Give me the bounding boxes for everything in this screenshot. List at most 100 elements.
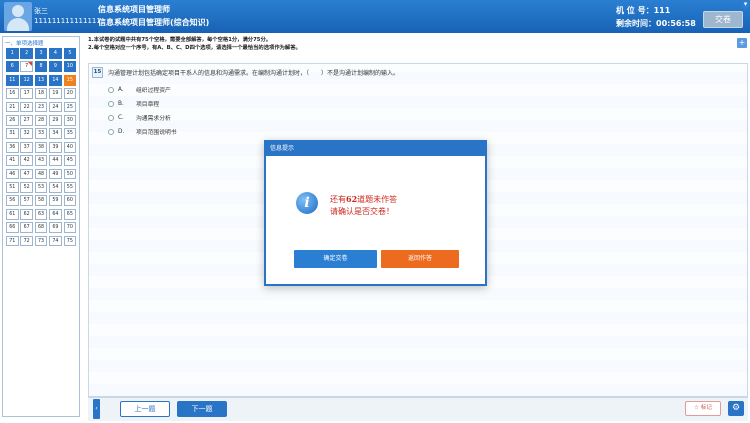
question-cell[interactable]: 20 bbox=[63, 88, 77, 99]
question-cell[interactable]: 13 bbox=[34, 74, 48, 86]
question-cell[interactable]: 33 bbox=[34, 128, 48, 140]
question-cell[interactable]: 73 bbox=[34, 235, 48, 247]
question-cell[interactable]: 62 bbox=[20, 208, 33, 220]
question-cell[interactable]: 8 bbox=[34, 61, 48, 73]
question-cell[interactable]: 41 bbox=[6, 155, 19, 166]
question-cell[interactable]: 9 bbox=[49, 61, 62, 73]
question-cell[interactable]: 24 bbox=[49, 101, 62, 113]
question-cell[interactable]: 65 bbox=[63, 208, 77, 220]
question-cell[interactable]: 26 bbox=[6, 115, 19, 126]
question-cell[interactable]: 75 bbox=[63, 235, 77, 247]
confirm-submit-button[interactable]: 确定交卷 bbox=[294, 250, 377, 268]
radio-b[interactable] bbox=[108, 100, 114, 107]
next-question-button[interactable]: 下一题 bbox=[177, 401, 227, 417]
question-cell[interactable]: 21 bbox=[6, 101, 19, 113]
corner-menu-icon[interactable]: ▾ bbox=[741, 0, 750, 9]
question-cell[interactable]: 44 bbox=[49, 155, 62, 166]
question-cell[interactable]: 68 bbox=[34, 222, 48, 233]
mark-question-button[interactable]: ☆ 标记 bbox=[685, 401, 721, 416]
question-cell[interactable]: 16 bbox=[6, 88, 19, 99]
option-c[interactable]: C. 沟通需求分析 bbox=[108, 113, 171, 122]
question-cell[interactable]: 7 bbox=[20, 61, 33, 73]
question-cell[interactable]: 74 bbox=[49, 235, 62, 247]
option-letter: D. bbox=[118, 128, 125, 135]
settings-gear-icon[interactable]: ⚙ bbox=[728, 401, 744, 416]
question-cell[interactable]: 38 bbox=[34, 141, 48, 153]
question-cell[interactable]: 70 bbox=[63, 222, 77, 233]
question-cell[interactable]: 32 bbox=[20, 128, 33, 140]
question-cell[interactable]: 57 bbox=[20, 195, 33, 207]
radio-d[interactable] bbox=[108, 128, 114, 135]
question-cell[interactable]: 39 bbox=[49, 141, 62, 153]
return-to-answer-button[interactable]: 返回作答 bbox=[381, 250, 459, 268]
dialog-message-line-2: 请确认是否交卷！ bbox=[330, 207, 394, 216]
question-cell[interactable]: 46 bbox=[6, 168, 19, 180]
question-cell[interactable]: 6 bbox=[6, 61, 19, 73]
question-cell[interactable]: 61 bbox=[6, 208, 19, 220]
question-cell[interactable]: 19 bbox=[49, 88, 62, 99]
question-cell[interactable]: 51 bbox=[6, 182, 19, 193]
question-cell[interactable]: 56 bbox=[6, 195, 19, 207]
question-cell[interactable]: 53 bbox=[34, 182, 48, 193]
question-cell[interactable]: 25 bbox=[63, 101, 77, 113]
question-cell[interactable]: 59 bbox=[49, 195, 62, 207]
question-cell[interactable]: 34 bbox=[49, 128, 62, 140]
question-cell[interactable]: 3 bbox=[34, 48, 48, 59]
seat-number: 机 位 号：111 bbox=[616, 6, 671, 15]
question-cell[interactable]: 64 bbox=[49, 208, 62, 220]
question-cell[interactable]: 15 bbox=[63, 74, 77, 86]
question-cell[interactable]: 23 bbox=[34, 101, 48, 113]
question-cell[interactable]: 14 bbox=[49, 74, 62, 86]
question-cell[interactable]: 1 bbox=[6, 48, 19, 59]
exam-subtitle: 信息系统项目管理师(综合知识) bbox=[98, 18, 210, 27]
question-cell[interactable]: 66 bbox=[6, 222, 19, 233]
question-cell[interactable]: 54 bbox=[49, 182, 62, 193]
question-cell[interactable]: 35 bbox=[63, 128, 77, 140]
question-cell[interactable]: 18 bbox=[34, 88, 48, 99]
question-cell[interactable]: 4 bbox=[49, 48, 62, 59]
option-b[interactable]: B. 项目章程 bbox=[108, 99, 159, 108]
expand-plus-icon[interactable]: + bbox=[737, 38, 747, 48]
collapse-panel-tab[interactable]: ‹ bbox=[93, 399, 100, 419]
question-cell[interactable]: 72 bbox=[20, 235, 33, 247]
question-cell[interactable]: 36 bbox=[6, 141, 19, 153]
radio-c[interactable] bbox=[108, 114, 114, 121]
msg-suffix: 道题未作答 bbox=[357, 195, 398, 204]
question-cell[interactable]: 71 bbox=[6, 235, 19, 247]
option-d[interactable]: D. 项目范围说明书 bbox=[108, 127, 177, 136]
submit-exam-button[interactable]: 交卷 bbox=[703, 11, 743, 28]
question-cell[interactable]: 29 bbox=[49, 115, 62, 126]
question-cell[interactable]: 55 bbox=[63, 182, 77, 193]
question-cell[interactable]: 2 bbox=[20, 48, 33, 59]
question-cell[interactable]: 17 bbox=[20, 88, 33, 99]
question-cell[interactable]: 58 bbox=[34, 195, 48, 207]
question-cell[interactable]: 27 bbox=[20, 115, 33, 126]
question-cell[interactable]: 5 bbox=[63, 48, 77, 59]
question-cell[interactable]: 43 bbox=[34, 155, 48, 166]
question-cell[interactable]: 12 bbox=[20, 74, 33, 86]
question-cell[interactable]: 11 bbox=[6, 74, 19, 86]
question-cell[interactable]: 45 bbox=[63, 155, 77, 166]
question-cell[interactable]: 47 bbox=[20, 168, 33, 180]
question-number: 15 bbox=[92, 67, 103, 78]
question-cell[interactable]: 10 bbox=[63, 61, 77, 73]
question-cell[interactable]: 52 bbox=[20, 182, 33, 193]
question-cell[interactable]: 67 bbox=[20, 222, 33, 233]
question-cell[interactable]: 49 bbox=[49, 168, 62, 180]
question-cell[interactable]: 28 bbox=[34, 115, 48, 126]
question-cell[interactable]: 48 bbox=[34, 168, 48, 180]
previous-question-button[interactable]: 上一题 bbox=[120, 401, 170, 417]
question-cell[interactable]: 40 bbox=[63, 141, 77, 153]
question-cell[interactable]: 22 bbox=[20, 101, 33, 113]
question-cell[interactable]: 50 bbox=[63, 168, 77, 180]
radio-a[interactable] bbox=[108, 86, 114, 93]
question-cell[interactable]: 63 bbox=[34, 208, 48, 220]
question-cell[interactable]: 31 bbox=[6, 128, 19, 140]
info-icon: i bbox=[296, 192, 318, 214]
option-a[interactable]: A. 组织过程资产 bbox=[108, 85, 171, 94]
question-cell[interactable]: 37 bbox=[20, 141, 33, 153]
question-cell[interactable]: 30 bbox=[63, 115, 77, 126]
question-cell[interactable]: 69 bbox=[49, 222, 62, 233]
question-cell[interactable]: 60 bbox=[63, 195, 77, 207]
question-cell[interactable]: 42 bbox=[20, 155, 33, 166]
